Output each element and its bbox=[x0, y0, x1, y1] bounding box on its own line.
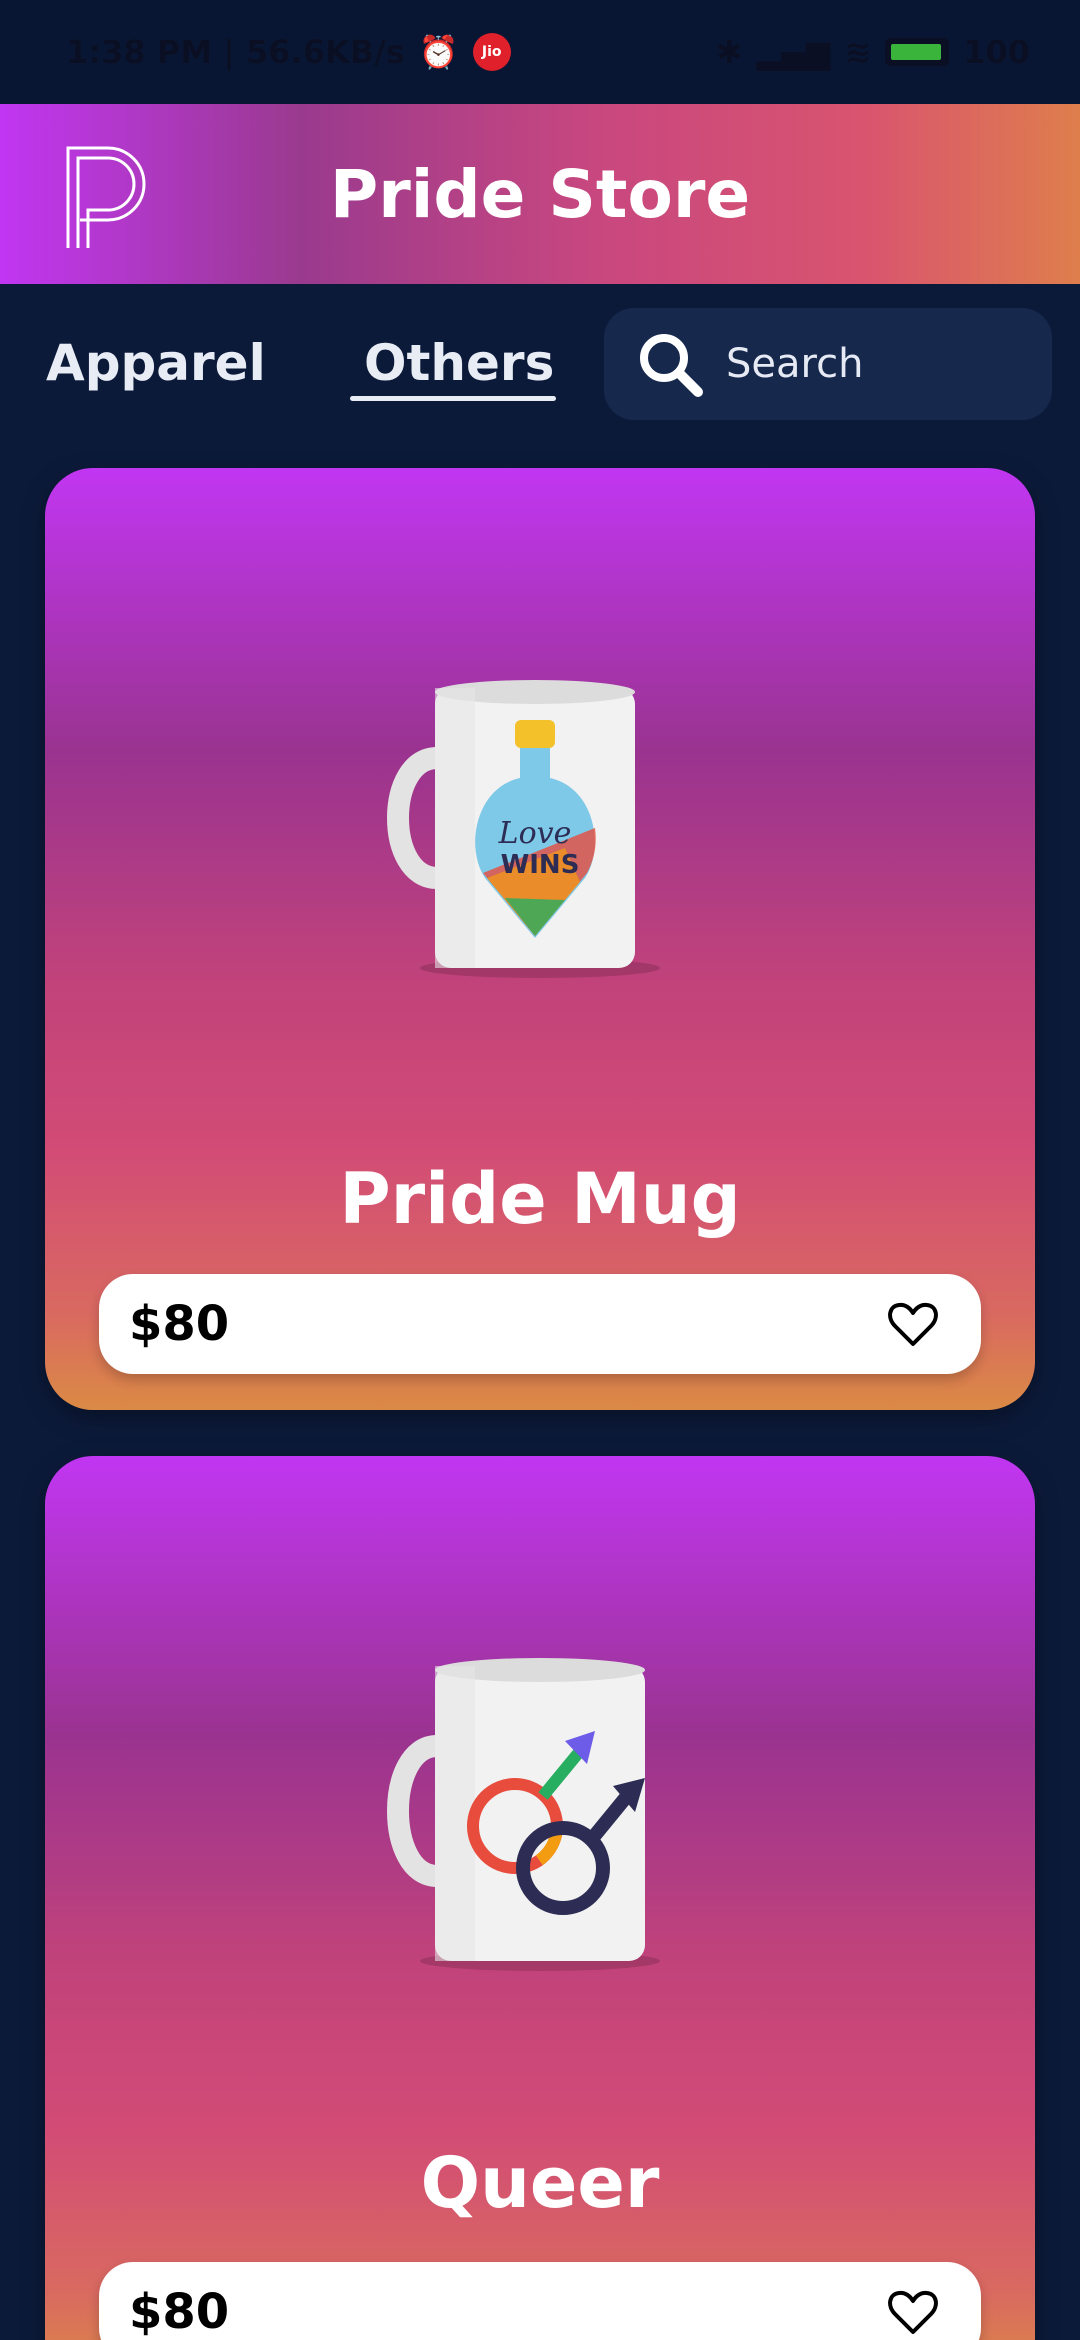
status-right: ✱ ▂▄▆ ≋ 100 bbox=[716, 33, 1030, 71]
heart-outline-icon[interactable] bbox=[885, 2284, 941, 2340]
product-card[interactable]: Love WINS Pride Mug $80 bbox=[45, 468, 1035, 1410]
svg-text:Love: Love bbox=[498, 816, 572, 851]
product-price: $80 bbox=[129, 1296, 230, 1352]
signal-icon: ▂▄▆ bbox=[756, 33, 831, 71]
page-title: Pride Store bbox=[329, 155, 751, 233]
status-bar: 1:38 PM | 56.6KB/s ⏰ Jio ✱ ▂▄▆ ≋ 100 bbox=[0, 0, 1080, 104]
search-input[interactable] bbox=[726, 341, 1026, 387]
tab-apparel[interactable]: Apparel bbox=[46, 334, 266, 392]
status-left: 1:38 PM | 56.6KB/s ⏰ Jio bbox=[66, 33, 511, 71]
p-logo-icon[interactable] bbox=[64, 144, 146, 248]
tab-others[interactable]: Others bbox=[364, 334, 554, 392]
mug-love-wins-image: Love WINS bbox=[387, 680, 660, 978]
wifi-icon: ≋ bbox=[844, 33, 872, 71]
bluetooth-icon: ✱ bbox=[715, 33, 743, 71]
mug-male-symbols-image bbox=[387, 1658, 660, 1971]
search-box[interactable] bbox=[604, 308, 1052, 420]
battery-percent: 100 bbox=[963, 33, 1030, 71]
heart-outline-icon[interactable] bbox=[885, 1296, 941, 1352]
app-header: Pride Store bbox=[0, 104, 1080, 284]
svg-text:WINS: WINS bbox=[501, 850, 580, 880]
category-tabs: Apparel Others bbox=[0, 300, 1080, 430]
carrier-badge: Jio bbox=[472, 33, 511, 71]
status-time-speed: 1:38 PM | 56.6KB/s bbox=[66, 33, 405, 71]
product-name: Pride Mug bbox=[339, 1158, 741, 1240]
battery-icon bbox=[885, 38, 950, 66]
active-tab-indicator bbox=[350, 396, 556, 401]
product-card[interactable]: Queer $80 bbox=[45, 1456, 1035, 2340]
search-icon bbox=[640, 334, 703, 397]
product-name: Queer bbox=[420, 2142, 660, 2224]
product-price: $80 bbox=[129, 2284, 230, 2340]
price-bar: $80 bbox=[99, 2262, 981, 2340]
price-bar: $80 bbox=[99, 1274, 981, 1374]
alarm-icon: ⏰ bbox=[418, 33, 459, 71]
